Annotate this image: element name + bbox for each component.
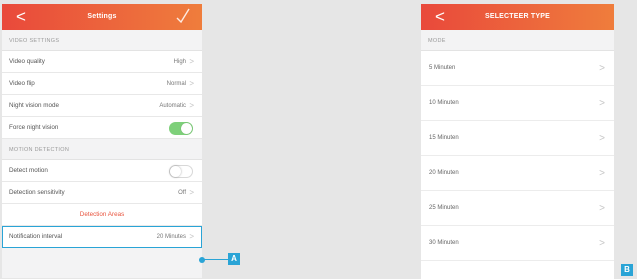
row-label: Detect motion xyxy=(9,167,48,174)
force-night-vision-row: Force night vision xyxy=(2,117,202,139)
chevron-right-icon: > xyxy=(599,133,605,144)
chevron-right-icon: > xyxy=(599,168,605,179)
list-item[interactable]: 30 Minuten > xyxy=(421,226,614,261)
option-label: 30 Minuten xyxy=(429,240,459,246)
page-title: SELECTEER TYPE xyxy=(484,13,551,20)
video-quality-row[interactable]: Video quality High > xyxy=(2,51,202,73)
row-value: High xyxy=(173,59,186,65)
checkmark-icon[interactable] xyxy=(176,7,190,25)
option-label: 5 Minuten xyxy=(429,65,456,71)
force-night-vision-toggle[interactable] xyxy=(169,122,193,135)
callout-label-a: A xyxy=(228,253,240,265)
option-label: 20 Minuten xyxy=(429,170,459,176)
chevron-right-icon: > xyxy=(189,79,194,88)
row-label: Force night vision xyxy=(9,124,59,131)
callout-line xyxy=(202,259,228,261)
toggle-knob xyxy=(170,166,181,177)
row-label: Video quality xyxy=(9,58,45,65)
chevron-right-icon: > xyxy=(599,98,605,109)
row-label: Detection sensitivity xyxy=(9,189,65,196)
toggle-knob xyxy=(181,123,192,134)
row-label: Video flip xyxy=(9,80,35,87)
callout-label-b: B xyxy=(621,264,633,276)
row-value: 20 Minutes xyxy=(156,234,186,240)
row-value: Off xyxy=(178,190,186,196)
detection-areas-button[interactable]: Detection Areas xyxy=(2,204,202,226)
row-label: Notification interval xyxy=(9,233,63,240)
video-settings-group: Video quality High > Video flip Normal >… xyxy=(2,50,202,139)
settings-screen: < Settings VIDEO SETTINGS Video quality … xyxy=(2,4,202,278)
list-item[interactable]: 15 Minuten > xyxy=(421,121,614,156)
detection-sensitivity-row[interactable]: Detection sensitivity Off > xyxy=(2,182,202,204)
option-label: 10 Minuten xyxy=(429,100,459,106)
interval-options-list: 5 Minuten > 10 Minuten > 15 Minuten > 20… xyxy=(421,50,614,261)
select-type-header: < SELECTEER TYPE xyxy=(421,4,614,30)
chevron-right-icon: > xyxy=(599,238,605,249)
detect-motion-row: Detect motion xyxy=(2,160,202,182)
option-label: 25 Minuten xyxy=(429,205,459,211)
chevron-right-icon: > xyxy=(599,203,605,214)
chevron-right-icon: > xyxy=(189,188,194,197)
detect-motion-toggle[interactable] xyxy=(169,165,193,178)
chevron-right-icon: > xyxy=(189,57,194,66)
chevron-right-icon: > xyxy=(189,232,194,241)
settings-header: < Settings xyxy=(2,4,202,30)
row-value: Automatic xyxy=(159,103,186,109)
list-item[interactable]: 10 Minuten > xyxy=(421,86,614,121)
motion-detection-group: Detect motion Detection sensitivity Off … xyxy=(2,159,202,248)
notification-interval-row[interactable]: Notification interval 20 Minutes > xyxy=(2,226,202,248)
select-type-screen: < SELECTEER TYPE MODE 5 Minuten > 10 Min… xyxy=(421,4,614,279)
chevron-right-icon: > xyxy=(599,63,605,74)
row-label: Night vision mode xyxy=(9,102,60,109)
page-title: Settings xyxy=(87,13,117,20)
list-item[interactable]: 20 Minuten > xyxy=(421,156,614,191)
list-item[interactable]: 25 Minuten > xyxy=(421,191,614,226)
option-label: 15 Minuten xyxy=(429,135,459,141)
night-vision-mode-row[interactable]: Night vision mode Automatic > xyxy=(2,95,202,117)
video-settings-header: VIDEO SETTINGS xyxy=(9,38,60,44)
mode-section-header: MODE xyxy=(421,30,614,50)
chevron-right-icon: > xyxy=(189,101,194,110)
video-flip-row[interactable]: Video flip Normal > xyxy=(2,73,202,95)
list-item[interactable]: 5 Minuten > xyxy=(421,51,614,86)
row-value: Normal xyxy=(166,81,186,87)
motion-detection-header: MOTION DETECTION xyxy=(9,147,70,153)
